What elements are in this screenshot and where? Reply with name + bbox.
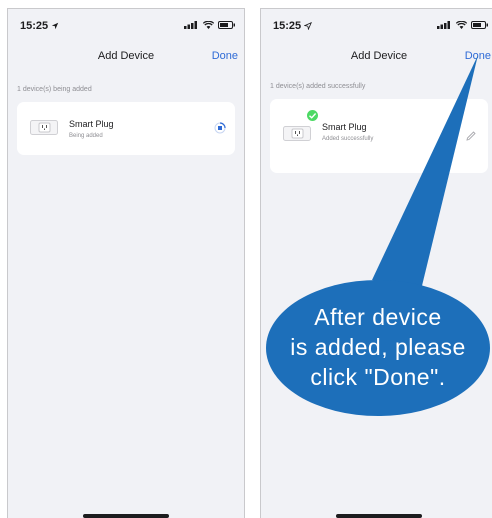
device-name: Smart Plug <box>322 122 367 132</box>
device-card[interactable]: Smart Plug Added successfully <box>270 99 488 173</box>
location-arrow-icon <box>51 22 59 30</box>
device-name: Smart Plug <box>69 119 114 129</box>
status-time: 15:25 <box>20 20 59 32</box>
status-time: 15:25 <box>273 20 313 32</box>
status-bar: 15:25 <box>8 9 244 39</box>
device-status: Being added <box>69 133 103 139</box>
signal-icon <box>437 21 450 29</box>
wifi-icon <box>456 21 467 29</box>
page-title: Add Device <box>350 50 408 62</box>
section-label: 1 device(s) added successfully <box>270 83 366 90</box>
callout-line: is added, please <box>290 334 466 360</box>
location-arrow-icon <box>304 22 313 30</box>
wifi-icon <box>203 21 214 29</box>
nav-bar: Add Device Done <box>261 41 492 71</box>
loading-spinner-icon <box>214 122 226 134</box>
smart-plug-icon <box>30 120 58 135</box>
phone-screen-adding: 15:25 Add Device Done 1 device(s) being … <box>7 8 245 518</box>
home-indicator <box>83 514 169 518</box>
section-label: 1 device(s) being added <box>17 86 92 93</box>
device-status: Added successfully <box>322 136 374 142</box>
success-check-icon <box>306 109 319 122</box>
home-indicator <box>336 514 422 518</box>
status-bar: 15:25 <box>261 9 492 39</box>
signal-icon <box>184 21 197 29</box>
battery-icon <box>218 21 235 29</box>
phone-screen-added: 15:25 Add Device Done 1 device(s) added … <box>260 8 492 518</box>
smart-plug-icon <box>283 126 311 141</box>
done-button[interactable]: Done <box>465 50 491 62</box>
battery-icon <box>471 21 488 29</box>
page-title: Add Device <box>97 50 155 62</box>
callout-line: After device <box>314 304 442 330</box>
device-card[interactable]: Smart Plug Being added <box>17 102 235 155</box>
edit-icon[interactable] <box>466 131 476 141</box>
callout-line: click "Done". <box>310 364 446 390</box>
done-button[interactable]: Done <box>212 50 238 62</box>
nav-bar: Add Device Done <box>8 41 244 71</box>
callout-text: After device is added, please click "Don… <box>268 302 488 392</box>
